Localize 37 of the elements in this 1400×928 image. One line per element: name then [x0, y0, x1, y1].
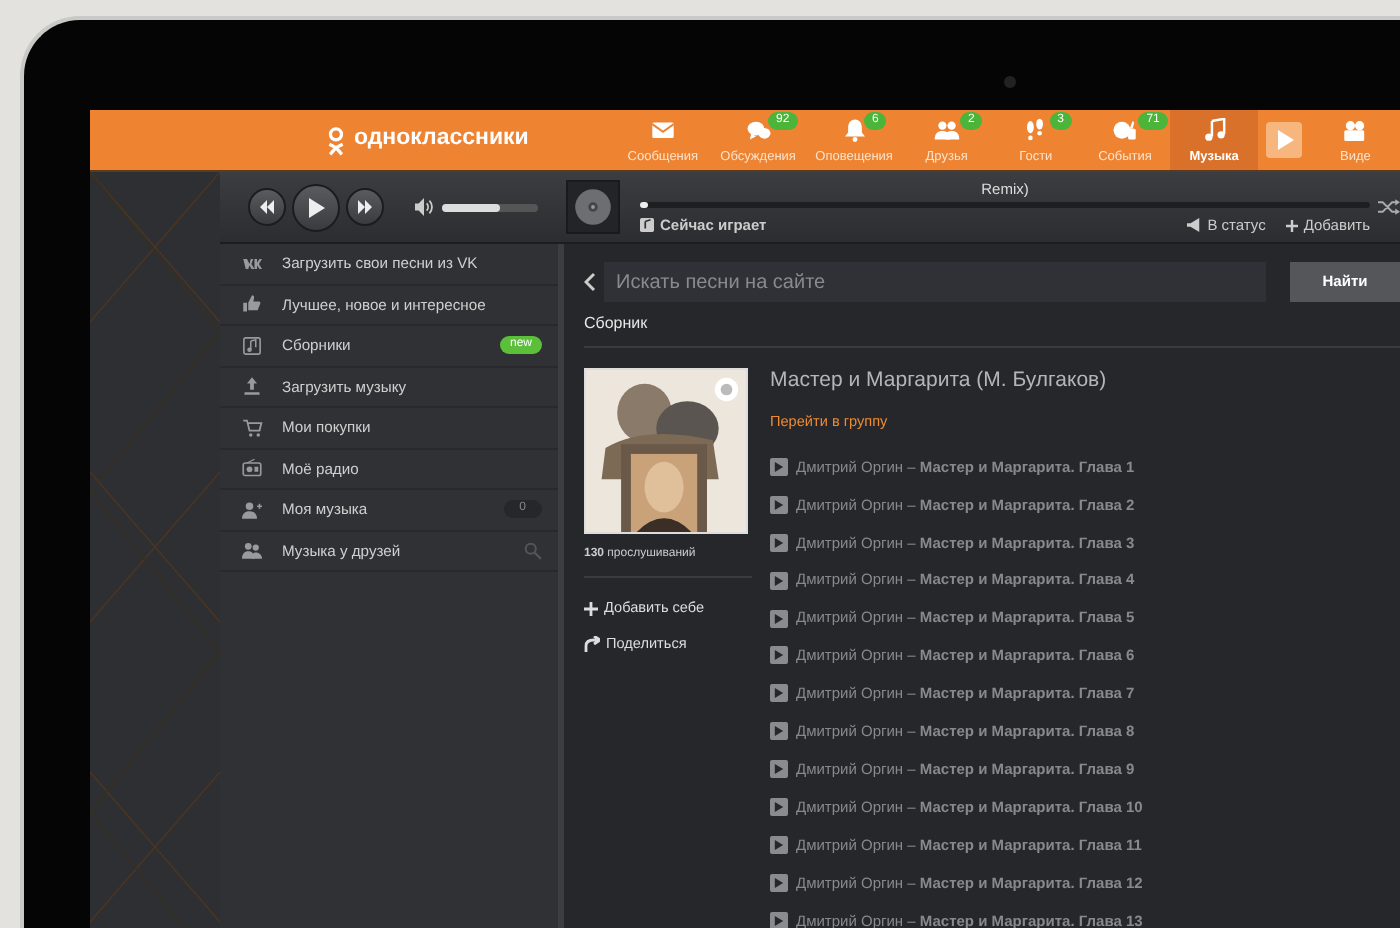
logo-text: одноклассники [354, 124, 529, 155]
plus-icon [584, 601, 598, 615]
ok-logo-icon [326, 125, 346, 155]
back-chevron-icon [584, 271, 596, 292]
video-play-icon [1266, 122, 1303, 158]
people-icon [240, 540, 264, 561]
section-title: Сборник [584, 312, 1400, 348]
fast-forward-icon [356, 200, 374, 214]
upload-icon [240, 376, 264, 397]
radio-icon [240, 458, 264, 479]
search-field[interactable]: Искать песни на сайте [604, 262, 1266, 302]
person-plus-icon [240, 499, 264, 520]
shuffle-icon [1378, 197, 1400, 216]
volume-icon [414, 197, 434, 216]
music-note-icon [1199, 118, 1230, 143]
envelope-icon [647, 118, 678, 143]
plus-icon [1285, 219, 1298, 231]
play-icon [307, 197, 325, 217]
coin-thumb-icon [1109, 118, 1140, 143]
thumbs-up-icon [240, 294, 264, 315]
music-square-icon [240, 335, 264, 356]
album-title: Мастер и Маргарита (М. Булгаков) [770, 368, 1109, 394]
chat-bubbles-icon [743, 118, 774, 143]
play-button[interactable] [292, 183, 340, 231]
cart-icon [240, 417, 264, 438]
share-arrow-icon [584, 636, 600, 652]
vk-icon [240, 253, 264, 274]
note-square-icon [640, 218, 654, 232]
disc-icon [574, 188, 612, 226]
rewind-icon [258, 200, 276, 214]
search-icon [524, 542, 542, 561]
volume-slider[interactable] [442, 203, 538, 211]
rewind-button[interactable] [248, 188, 286, 226]
fast-forward-button[interactable] [346, 188, 384, 226]
camera-dot [1004, 76, 1016, 88]
people-icon [931, 118, 962, 143]
megaphone-icon [1185, 218, 1202, 232]
